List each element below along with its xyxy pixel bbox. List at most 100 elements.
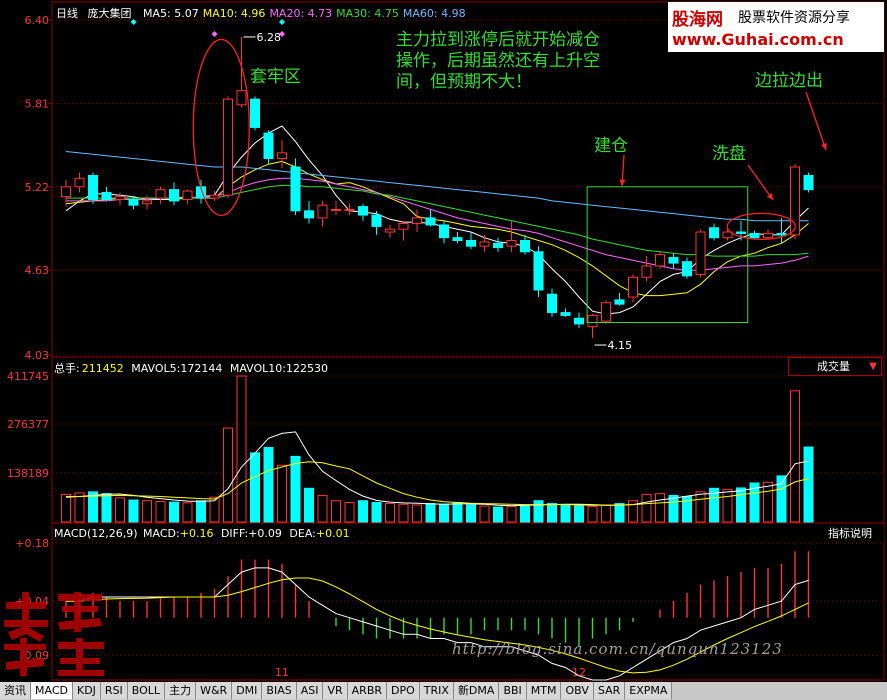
tab-w&r[interactable]: W&R bbox=[196, 682, 233, 699]
tab-boll[interactable]: BOLL bbox=[127, 682, 166, 699]
candle-body bbox=[601, 302, 611, 322]
volume-bar bbox=[128, 499, 139, 523]
tab-vr[interactable]: VR bbox=[323, 682, 348, 699]
volume-bar bbox=[614, 503, 625, 523]
volume-dropdown-label: 成交量 bbox=[817, 360, 850, 373]
candle-body bbox=[614, 299, 625, 305]
candle-body bbox=[439, 224, 449, 239]
volume-bar bbox=[695, 491, 706, 523]
mavol5-line bbox=[65, 431, 809, 507]
diff-label: DIFF: bbox=[220, 527, 249, 540]
volume-bar bbox=[574, 505, 584, 523]
candle-body bbox=[128, 199, 139, 206]
candle-body bbox=[344, 208, 355, 211]
annotation-note: 主力拉到涨停后就开始减仓 操作，后期虽然还有上升空 间，但预期不大！ bbox=[396, 30, 600, 93]
blog-watermark: http://blog.sina.com.cn/qunqun123123 bbox=[452, 640, 783, 658]
volume-bar bbox=[520, 504, 530, 523]
ma-legend-item: MA20: 4.73 bbox=[269, 7, 333, 20]
tab-macd[interactable]: MACD bbox=[31, 682, 73, 699]
tab-主力[interactable]: 主力 bbox=[165, 682, 197, 699]
pull-out-arrow bbox=[805, 91, 827, 151]
annotation-note-line-2: 操作，后期虽然还有上升空 bbox=[396, 51, 600, 71]
mavol10-value: 122530 bbox=[286, 362, 328, 375]
volume-bar bbox=[506, 505, 517, 523]
annotation-pull-out: 边拉边出 bbox=[755, 71, 823, 91]
candle-body bbox=[628, 276, 638, 298]
indicator-tab-bar: 资讯 MACD KDJ RSI BOLL 主力 W&R DMI BIAS ASI VR ARBR DPO… bbox=[0, 682, 887, 700]
brand-slogan: 股票软件资源分享 bbox=[738, 10, 850, 26]
ma-legend-item: MA10: 4.96 bbox=[202, 7, 266, 20]
candle-body bbox=[250, 98, 260, 128]
volume-bar bbox=[371, 501, 382, 523]
candle-body bbox=[763, 232, 773, 239]
price-tick-label: 4.03 bbox=[25, 349, 50, 362]
volume-bar bbox=[803, 446, 814, 523]
tab-trix[interactable]: TRIX bbox=[419, 682, 454, 699]
volume-bar bbox=[533, 500, 544, 523]
volume-bar bbox=[668, 494, 679, 523]
volume-bar bbox=[479, 505, 490, 523]
candle-body bbox=[520, 240, 530, 253]
tab-obv[interactable]: OBV bbox=[561, 682, 594, 699]
tab-asi[interactable]: ASI bbox=[296, 682, 324, 699]
candle-body bbox=[304, 210, 314, 219]
x-tick-label: 11 bbox=[275, 666, 289, 679]
ma-legend: MA5: 5.07 MA10: 4.96 MA20: 4.73 MA30: 4.75 M… bbox=[139, 7, 466, 20]
tab-arbr[interactable]: ARBR bbox=[347, 682, 388, 699]
candle-body bbox=[682, 261, 692, 277]
volume-bar bbox=[101, 493, 112, 523]
volume-bar bbox=[601, 504, 611, 523]
mavol10-label: MAVOL10: bbox=[229, 362, 286, 375]
volume-bar bbox=[196, 500, 206, 523]
candle-body bbox=[736, 231, 746, 234]
tab-expma[interactable]: EXPMA bbox=[625, 682, 673, 699]
volume-indicator-dropdown[interactable]: 成交量 ▼ bbox=[788, 357, 882, 376]
candle-body bbox=[655, 254, 665, 267]
tab-mtm[interactable]: MTM bbox=[526, 682, 562, 699]
volume-tick-label: 138189 bbox=[7, 467, 49, 480]
candle-body bbox=[223, 98, 233, 196]
tab-dmi[interactable]: DMI bbox=[232, 682, 263, 699]
dea-label: DEA: bbox=[289, 527, 316, 540]
candle-body bbox=[398, 223, 409, 230]
stock-chart[interactable]: 6.40 5.81 5.22 4.63 4.03 411745 276377 138189 +0… bbox=[0, 0, 887, 682]
volume-bar bbox=[398, 503, 409, 523]
ma-line-ma10 bbox=[65, 160, 809, 297]
macd-diff-line bbox=[66, 567, 809, 681]
candle-body bbox=[479, 241, 490, 247]
candle-body bbox=[290, 166, 301, 212]
volume-bar bbox=[263, 447, 274, 523]
wash-arrow bbox=[747, 164, 774, 201]
dea-value: +0.01 bbox=[315, 527, 350, 540]
volume-bar bbox=[277, 464, 287, 523]
candle-body bbox=[803, 174, 814, 191]
macd-label: MACD: bbox=[143, 527, 180, 540]
build-arrow-head bbox=[619, 179, 626, 186]
volume-bar bbox=[722, 488, 733, 523]
candle-body bbox=[371, 214, 382, 227]
candle-body bbox=[547, 293, 557, 314]
volume-bar bbox=[493, 506, 503, 523]
tab-kdj[interactable]: KDJ bbox=[72, 682, 101, 699]
tab-资讯[interactable]: 资讯 bbox=[0, 682, 31, 699]
ma-legend-item: MA30: 4.75 bbox=[336, 7, 399, 20]
tab-bias[interactable]: BIAS bbox=[262, 682, 297, 699]
volume-bar bbox=[587, 505, 598, 523]
candle-body bbox=[574, 317, 584, 325]
volume-bar bbox=[466, 504, 476, 523]
candle-body bbox=[385, 228, 395, 233]
price-tick-label: 6.40 bbox=[25, 14, 50, 27]
candle-body bbox=[142, 200, 152, 205]
tab-新dma[interactable]: 新DMA bbox=[453, 682, 500, 699]
candle-body bbox=[155, 189, 166, 199]
tab-sar[interactable]: SAR bbox=[593, 682, 626, 699]
mavol5-label: MAVOL5: bbox=[131, 362, 181, 375]
indicator-help-button[interactable]: 指标说明 bbox=[828, 526, 884, 541]
annotation-build: 建仓 bbox=[594, 136, 628, 156]
candle-body bbox=[533, 251, 544, 291]
tab-rsi[interactable]: RSI bbox=[100, 682, 128, 699]
tab-bbi[interactable]: BBI bbox=[499, 682, 527, 699]
candle-body bbox=[209, 194, 220, 199]
tab-dpo[interactable]: DPO bbox=[387, 682, 420, 699]
macd-title: MACD(12,26,9) bbox=[54, 527, 138, 540]
